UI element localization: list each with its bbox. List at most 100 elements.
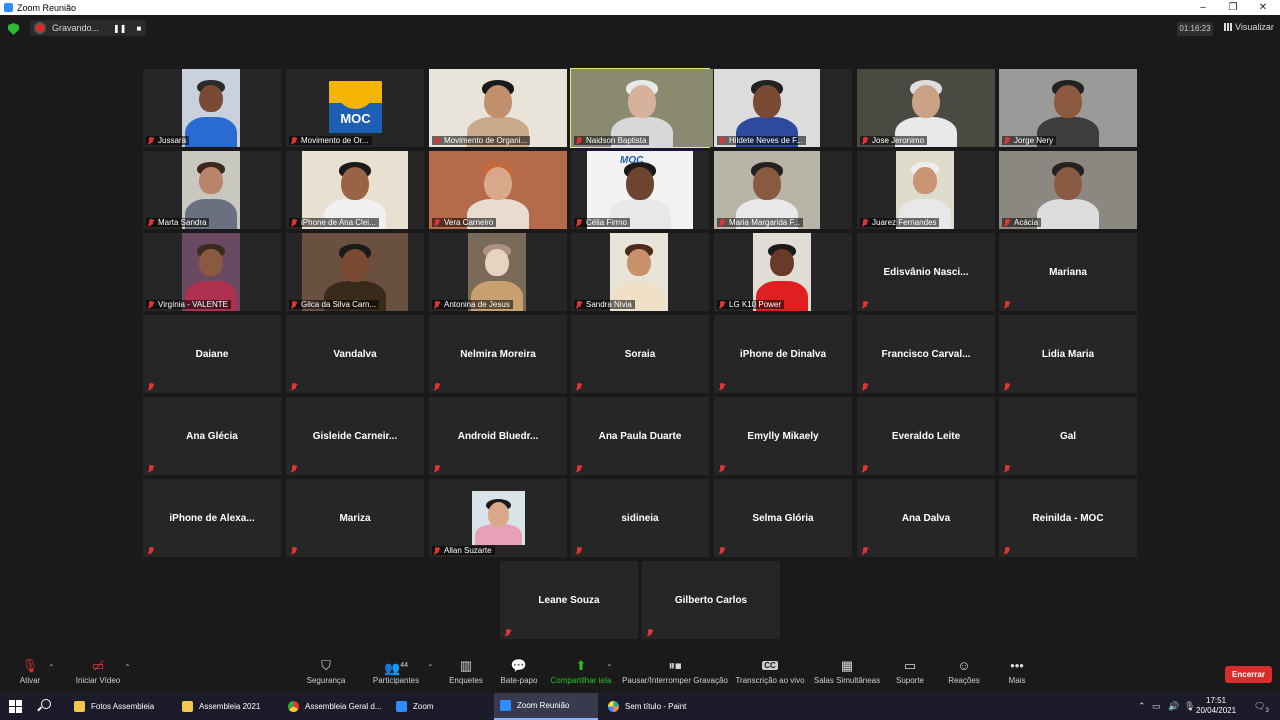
share-screen-button[interactable]: ⬆ Compartilhar tela: [548, 659, 614, 686]
participant-tile[interactable]: Mariza: [286, 479, 424, 557]
participant-tile[interactable]: Jose Jeronimo: [857, 69, 995, 147]
recording-indicator: Gravando... ❚❚ ■: [30, 20, 146, 36]
windows-start-icon[interactable]: [9, 700, 22, 713]
taskbar-clock[interactable]: 17:51 20/04/2021: [1196, 696, 1236, 716]
tray-chevron-icon[interactable]: ⌃: [1138, 701, 1146, 712]
participant-tile[interactable]: Nelmira Moreira: [429, 315, 567, 393]
notifications-icon[interactable]: 🗨3: [1254, 701, 1269, 714]
minimize-button[interactable]: –: [1188, 0, 1218, 15]
participant-tile[interactable]: Vandalva: [286, 315, 424, 393]
stop-recording-icon[interactable]: ■: [136, 24, 141, 33]
participant-tile[interactable]: Antonina de Jesus: [429, 233, 567, 311]
participant-tile[interactable]: Hildete Neves de F...: [714, 69, 852, 147]
mic-muted-icon: [719, 465, 725, 473]
pause-stop-recording-button[interactable]: ⏸⏹ Pausar/Interromper Gravação: [620, 658, 730, 686]
participant-tile[interactable]: Sandra Nivia: [571, 233, 709, 311]
participant-name: Sandra Nivia: [586, 300, 632, 309]
participant-tile[interactable]: Edisvânio Nasci...: [857, 233, 995, 311]
participant-tile[interactable]: Gilca da Silva Carn...: [286, 233, 424, 311]
support-icon: ▭: [903, 658, 917, 673]
participant-tile[interactable]: Leane Souza: [500, 561, 638, 639]
pause-recording-icon[interactable]: ❚❚: [113, 24, 126, 33]
breakout-rooms-button[interactable]: ▦ Salas Simultâneas: [812, 659, 882, 686]
live-transcription-button[interactable]: CC Transcrição ao vivo: [734, 659, 806, 685]
security-shield-icon[interactable]: [8, 23, 19, 35]
participant-tile[interactable]: Soraia: [571, 315, 709, 393]
task-fotos-assembleia[interactable]: Fotos Assembleia: [68, 693, 172, 720]
participant-tile[interactable]: Allan Suzarte: [429, 479, 567, 557]
participant-tile[interactable]: Jussara: [143, 69, 281, 147]
participant-label: Sandra Nivia: [574, 300, 635, 309]
share-options-caret[interactable]: ⌃: [606, 663, 613, 672]
task-paint[interactable]: Sem título - Paint: [602, 693, 706, 720]
mic-muted-icon: [434, 136, 440, 145]
start-video-button[interactable]: ▭̸ Iniciar Vídeo: [72, 659, 124, 686]
participant-tile[interactable]: Reinilda - MOC: [999, 479, 1137, 557]
security-button[interactable]: ⛉ Segurança: [304, 659, 348, 686]
volume-icon[interactable]: 🔊: [1168, 701, 1179, 712]
participants-caret[interactable]: ⌃: [427, 663, 434, 672]
task-chrome[interactable]: Assembleia Geral d...: [282, 693, 386, 720]
participant-tile[interactable]: MOC Movimento de Or...: [286, 69, 424, 147]
participant-label: Naidson Baptista: [574, 136, 650, 145]
task-label: Assembleia Geral d...: [305, 702, 382, 711]
participant-tile[interactable]: iPhone de Ana Clei...: [286, 151, 424, 229]
participant-name: Virgínia - VALENTE: [158, 300, 228, 309]
participant-tile[interactable]: Gisleide Carneir...: [286, 397, 424, 475]
task-assembleia-2021[interactable]: Assembleia 2021: [176, 693, 280, 720]
participant-tile[interactable]: sidineia: [571, 479, 709, 557]
participant-tile[interactable]: Ana Glécia: [143, 397, 281, 475]
mute-button[interactable]: 🎙 Ativar: [14, 659, 46, 686]
participant-label: Acácia: [1002, 218, 1042, 227]
video-options-caret[interactable]: ⌃: [124, 663, 131, 672]
participant-tile[interactable]: Jorge Nery: [999, 69, 1137, 147]
pause-stop-icon: ⏸⏹: [668, 658, 682, 673]
polls-button[interactable]: ▥ Enquetes: [448, 659, 484, 686]
participant-tile[interactable]: Marta Sandra: [143, 151, 281, 229]
mic-muted-icon: [862, 383, 868, 391]
participant-tile[interactable]: Selma Glória: [714, 479, 852, 557]
end-meeting-button[interactable]: Encerrar: [1225, 666, 1272, 683]
participant-tile[interactable]: Ana Dalva: [857, 479, 995, 557]
network-icon[interactable]: ▭: [1152, 701, 1161, 712]
task-zoom-reuniao[interactable]: Zoom Reunião: [494, 693, 598, 720]
participant-tile[interactable]: Everaldo Leite: [857, 397, 995, 475]
participant-label: [860, 465, 875, 473]
mic-muted-icon: [148, 136, 154, 145]
more-button[interactable]: ••• Mais: [1000, 659, 1034, 686]
view-button[interactable]: Visualizar: [1224, 22, 1274, 32]
participant-tile[interactable]: Juarez Fernandes: [857, 151, 995, 229]
task-zoom[interactable]: Zoom: [390, 693, 490, 720]
participant-tile[interactable]: Gal: [999, 397, 1137, 475]
participant-tile[interactable]: iPhone de Dinalva: [714, 315, 852, 393]
chat-button[interactable]: 💬 Bate-papo: [498, 659, 540, 686]
participant-label: Maria Margarida F...: [717, 218, 804, 227]
participant-tile[interactable]: Francisco Carval...: [857, 315, 995, 393]
participant-tile[interactable]: Vera Carneiro: [429, 151, 567, 229]
participant-tile[interactable]: Ana Paula Duarte: [571, 397, 709, 475]
audio-options-caret[interactable]: ⌃: [48, 663, 55, 672]
search-icon[interactable]: [41, 699, 51, 709]
participant-tile[interactable]: Daiane: [143, 315, 281, 393]
reactions-button[interactable]: ☺ Reações: [946, 659, 982, 686]
participant-tile[interactable]: iPhone de Alexa...: [143, 479, 281, 557]
participant-name: Célia Firmo: [586, 218, 627, 227]
participant-tile[interactable]: Gilberto Carlos: [642, 561, 780, 639]
maximize-button[interactable]: ❐: [1218, 0, 1248, 15]
participant-tile[interactable]: Mariana: [999, 233, 1137, 311]
close-window-button[interactable]: ✕: [1248, 0, 1278, 15]
participant-tile[interactable]: Movimento de Organi...: [429, 69, 567, 147]
participant-tile[interactable]: Emylly Mikaely: [714, 397, 852, 475]
participant-tile[interactable]: Virgínia - VALENTE: [143, 233, 281, 311]
mic-tray-icon[interactable]: 🎙: [1184, 701, 1195, 712]
support-button[interactable]: ▭ Suporte: [892, 658, 928, 686]
participant-tile[interactable]: Lidia Maria: [999, 315, 1137, 393]
participant-tile[interactable]: Android Bluedr...: [429, 397, 567, 475]
participant-tile[interactable]: LG K10 Power: [714, 233, 852, 311]
participants-button[interactable]: 👥44 Participantes: [370, 659, 422, 685]
grid-view-icon: [1224, 23, 1232, 31]
participant-tile[interactable]: Acácia: [999, 151, 1137, 229]
participant-tile[interactable]: Maria Margarida F...: [714, 151, 852, 229]
participant-tile[interactable]: Naidson Baptista: [570, 68, 713, 148]
participant-tile[interactable]: MOC Célia Firmo: [571, 151, 709, 229]
